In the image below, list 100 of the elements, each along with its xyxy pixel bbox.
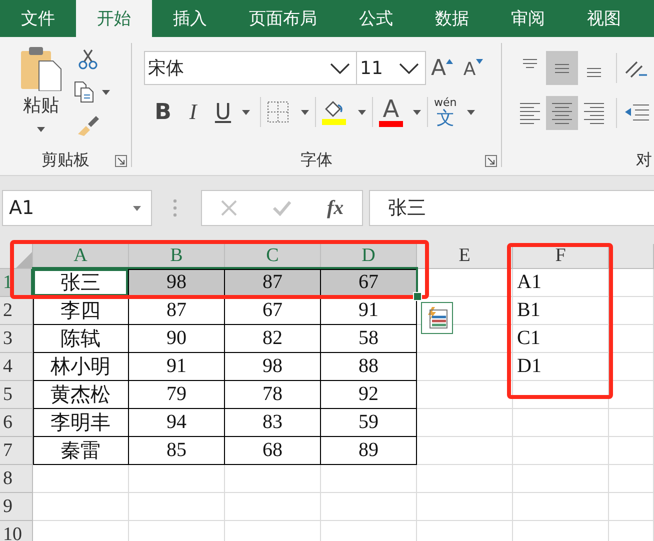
ribbon-tab[interactable]: 页面布局 xyxy=(228,0,338,37)
ribbon-tab[interactable]: 公式 xyxy=(338,0,414,37)
row-header[interactable]: 10 xyxy=(0,521,33,541)
column-header[interactable]: A xyxy=(33,244,129,269)
column-header[interactable]: C xyxy=(225,244,321,269)
phonetic-button[interactable]: wén 文 xyxy=(434,95,475,129)
table-cell: 94 xyxy=(129,409,225,437)
name-box[interactable]: A1 xyxy=(2,190,152,226)
caret-icon xyxy=(301,110,309,114)
caret-icon xyxy=(413,110,421,114)
table-cell: 张三 xyxy=(33,269,129,297)
group-label: 字体 xyxy=(300,148,334,170)
table-cell: 87 xyxy=(129,297,225,325)
font-color-button[interactable]: A xyxy=(379,95,421,129)
launcher-icon[interactable] xyxy=(485,155,497,167)
phonetic-character: 文 xyxy=(436,108,454,128)
align-left-icon xyxy=(520,102,540,124)
row-header[interactable]: 6 xyxy=(0,409,33,437)
font-color-letter: A xyxy=(382,97,400,121)
paintbrush-icon xyxy=(76,114,100,136)
table-cell: 67 xyxy=(321,269,417,297)
grow-font-button[interactable]: A xyxy=(426,51,458,85)
table-cell: A1 xyxy=(513,269,609,297)
ribbon-tab[interactable]: 审阅 xyxy=(490,0,566,37)
corner-triangle-icon xyxy=(16,252,32,268)
caret-icon xyxy=(102,90,110,94)
font-size-dropdown[interactable]: 11 xyxy=(357,51,426,85)
empty-cell xyxy=(609,493,654,521)
table-cell: 李四 xyxy=(33,297,129,325)
underline-button[interactable]: U xyxy=(208,95,238,129)
table-cell: 83 xyxy=(225,409,321,437)
row-header[interactable]: 8 xyxy=(0,465,33,493)
borders-icon xyxy=(267,101,289,123)
empty-cell xyxy=(609,437,654,465)
row-header[interactable]: 9 xyxy=(0,493,33,521)
column-header[interactable]: E xyxy=(417,244,513,269)
align-center-icon xyxy=(552,102,572,124)
grip-dots-icon xyxy=(173,198,177,218)
shrink-font-button[interactable]: A xyxy=(458,51,488,85)
table-cell: 98 xyxy=(129,269,225,297)
align-center-button[interactable] xyxy=(546,96,578,130)
checkmark-icon xyxy=(272,200,292,216)
formula-field[interactable]: 张三 xyxy=(369,190,654,226)
ribbon-tab[interactable]: 视图 xyxy=(566,0,642,37)
table-cell: 秦雷 xyxy=(33,437,129,465)
align-middle-button[interactable] xyxy=(546,51,578,85)
triangle-up-icon xyxy=(446,59,454,64)
chevron-down-icon xyxy=(330,62,350,74)
row-header[interactable]: 2 xyxy=(0,297,33,325)
paint-bucket-icon xyxy=(322,99,346,125)
clipboard-icon xyxy=(19,45,63,91)
table-cell: D1 xyxy=(513,353,609,381)
ribbon-tab[interactable]: 插入 xyxy=(152,0,228,37)
row-header[interactable]: 5 xyxy=(0,381,33,409)
table-cell: 89 xyxy=(321,437,417,465)
table-cell: B1 xyxy=(513,297,609,325)
italic-button[interactable]: I xyxy=(178,95,208,129)
column-header[interactable]: D xyxy=(321,244,417,269)
empty-cell xyxy=(609,381,654,409)
launcher-icon[interactable] xyxy=(115,155,127,167)
table-cell: 88 xyxy=(321,353,417,381)
table-cell: 陈轼 xyxy=(33,325,129,353)
table-cell: 87 xyxy=(225,269,321,297)
column-header[interactable] xyxy=(609,244,654,269)
table-cell: 68 xyxy=(225,437,321,465)
group-label: 剪贴板 xyxy=(40,148,90,170)
table-cell: 82 xyxy=(225,325,321,353)
table-cell: 李明丰 xyxy=(33,409,129,437)
ribbon-tab[interactable]: 开始 xyxy=(76,0,152,37)
row-header[interactable]: 3 xyxy=(0,325,33,353)
caret-icon xyxy=(37,127,45,132)
phonetic-reading: wén xyxy=(434,96,457,108)
flash-fill-options-button[interactable] xyxy=(421,302,453,334)
ribbon-tab[interactable]: 数据 xyxy=(414,0,490,37)
caret-icon xyxy=(358,110,366,114)
triangle-down-icon xyxy=(476,59,483,64)
lightning-list-icon xyxy=(426,307,448,329)
ribbon-tab[interactable]: 文件 xyxy=(0,0,76,37)
color-bar-icon xyxy=(379,121,403,127)
table-cell: 67 xyxy=(225,297,321,325)
row-header[interactable]: 4 xyxy=(0,353,33,381)
table-cell: 90 xyxy=(129,325,225,353)
caret-icon xyxy=(133,206,141,210)
chevron-down-icon xyxy=(399,62,419,74)
align-middle-icon xyxy=(555,64,569,72)
copy-button[interactable] xyxy=(74,80,110,104)
empty-cell xyxy=(609,465,654,493)
insert-function-button[interactable]: fx xyxy=(321,193,350,223)
fill-handle[interactable] xyxy=(413,292,422,301)
caret-icon xyxy=(242,110,250,114)
copy-icon xyxy=(74,81,94,103)
paste-button[interactable]: 粘贴 xyxy=(16,45,66,132)
row-header[interactable]: 7 xyxy=(0,437,33,465)
bold-button[interactable]: B xyxy=(148,95,178,129)
column-header[interactable]: B xyxy=(129,244,225,269)
table-cell: 91 xyxy=(129,353,225,381)
empty-cell xyxy=(609,409,654,437)
table-cell: 92 xyxy=(321,381,417,409)
font-name-dropdown[interactable]: 宋体 xyxy=(144,51,357,85)
caret-icon xyxy=(466,110,475,114)
